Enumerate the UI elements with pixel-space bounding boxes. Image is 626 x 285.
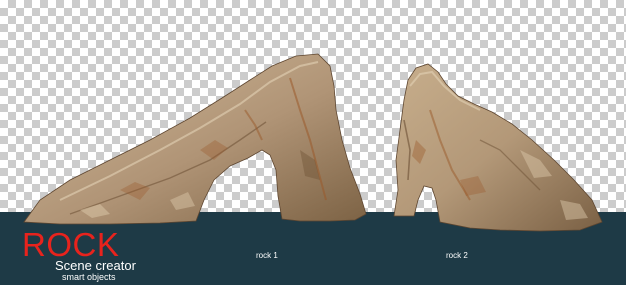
scene-canvas: ROCK Scene creator smart objects rock 1 … bbox=[0, 0, 626, 285]
rock-2-label: rock 2 bbox=[446, 251, 468, 260]
rock-1-arch bbox=[23, 53, 367, 225]
brand-tagline: smart objects bbox=[62, 272, 116, 282]
rock-1-label: rock 1 bbox=[256, 251, 278, 260]
rock-1-body bbox=[23, 53, 367, 225]
rock-2-mound bbox=[393, 63, 603, 232]
brand-title: ROCK bbox=[22, 226, 120, 263]
brand-subtitle: Scene creator bbox=[55, 258, 136, 273]
